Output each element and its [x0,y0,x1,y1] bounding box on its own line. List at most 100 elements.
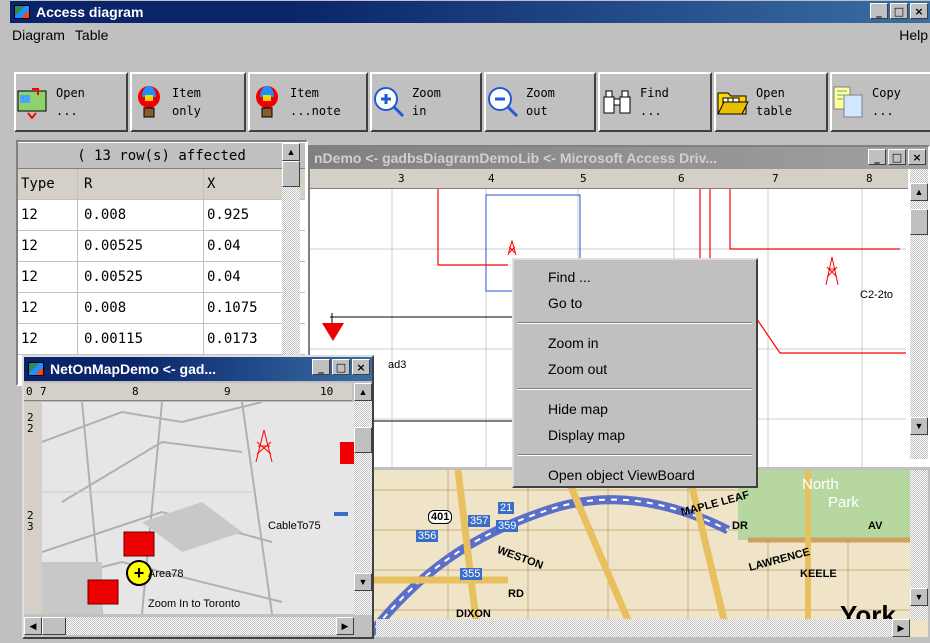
cell-r: 0.008 [78,293,204,323]
diagram-title: nDemo <- gadbsDiagramDemoLib <- Microsof… [314,150,717,166]
diagram-scroll-thumb[interactable] [910,209,928,235]
mini-scroll-thumb[interactable] [354,427,372,453]
cell-type: 12 [18,200,78,230]
map-label: AV [868,520,883,532]
table-row[interactable]: 12 0.00115 0.0173 [18,324,305,355]
ruler-tick: 5 [580,172,587,185]
app-icon [28,362,44,376]
menu-item-go-to[interactable]: Go to [514,290,756,316]
close-button[interactable]: × [910,3,928,19]
map-label: 21 [498,502,515,514]
vruler-tick: 2 2 [27,411,34,435]
open-table-button[interactable]: Open table [714,72,828,132]
zoom-in-label: Zoom in [412,86,441,118]
mini-scroll-right[interactable]: ▶ [336,617,354,635]
maximize-button[interactable]: □ [890,3,908,19]
cell-r: 0.008 [78,200,204,230]
mini-vscrollbar[interactable]: ▲ ▼ [354,383,372,615]
menu-item-open-viewboard[interactable]: Open object ViewBoard [514,462,756,488]
item-only-button[interactable]: Item only [130,72,246,132]
vruler-tick: 2 3 [27,509,34,533]
menu-bar: Diagram Table Help [10,24,930,46]
col-header-r[interactable]: R [78,169,204,199]
col-header-x[interactable]: X [204,169,276,199]
diagram-close-button[interactable]: × [908,149,926,165]
diagram-maximize-button[interactable]: □ [888,149,906,165]
open-folder-icon [716,85,750,119]
ruler-tick: 9 [224,385,231,398]
menu-diagram[interactable]: Diagram [10,27,73,43]
diagram-title-bar[interactable]: nDemo <- gadbsDiagramDemoLib <- Microsof… [310,147,928,169]
col-header-type[interactable]: Type [18,169,78,199]
menu-item-hide-map[interactable]: Hide map [514,396,756,422]
map-label: RD [508,588,524,600]
menu-help[interactable]: Help [897,27,930,43]
zoom-in-button[interactable]: Zoom in [370,72,482,132]
menu-item-zoom-out[interactable]: Zoom out [514,356,756,382]
menu-separator [518,388,752,390]
cell-type: 12 [18,262,78,292]
area-marker [123,531,155,557]
item-note-button[interactable]: Item ...note [248,72,368,132]
diagram-ruler: 3 4 5 6 7 8 [310,169,908,189]
menu-item-find[interactable]: Find ... [514,264,756,290]
map-vscrollbar[interactable]: ▼ [910,470,928,620]
ruler-tick: 7 [40,385,47,398]
diagram-minimize-button[interactable]: _ [868,149,886,165]
app-icon [14,5,30,19]
menu-item-display-map[interactable]: Display map [514,422,756,448]
map-label: 357 [468,515,491,527]
map-scroll-down[interactable]: ▼ [910,588,928,606]
main-title-bar[interactable]: Access diagram _ □ × [10,1,930,23]
mini-map[interactable]: + CableTo75 Area78 Zoom In to Toronto [42,402,354,614]
map-hscrollbar[interactable]: ▶ [376,619,910,637]
diagram-vscrollbar[interactable]: ▲ ▼ [910,169,928,459]
mini-close-button[interactable]: × [352,359,370,375]
street-map[interactable]: 401 357 21 359 356 355 WESTON RD DIXON M… [308,470,928,637]
diagram-scroll-up[interactable]: ▲ [910,183,928,201]
label-c2: C2-2to [860,289,894,301]
table-row[interactable]: 12 0.00525 0.04 [18,231,305,262]
mini-title-bar[interactable]: NetOnMapDemo <- gad... _ □ × [24,357,372,381]
label-zoom: Zoom In to Toronto [148,598,241,610]
menu-item-zoom-in[interactable]: Zoom in [514,330,756,356]
cell-x: 0.1075 [207,300,258,316]
zoom-out-button[interactable]: Zoom out [484,72,596,132]
zoom-out-icon [486,85,520,119]
grid-vscrollbar[interactable]: ▲ [282,143,300,383]
mini-hscrollbar[interactable]: ◀ ▶ [24,617,354,635]
copy-button[interactable]: Copy ... [830,72,930,132]
tower-icon [825,256,839,286]
scroll-up-button[interactable]: ▲ [282,143,300,161]
mini-hscroll-thumb[interactable] [42,617,66,635]
ruler-tick: 3 [398,172,405,185]
table-row[interactable]: 12 0.008 0.925 [18,200,305,231]
mini-minimize-button[interactable]: _ [312,359,330,375]
mini-scroll-up[interactable]: ▲ [354,383,372,401]
diagram-scroll-down[interactable]: ▼ [910,417,928,435]
minimize-button[interactable]: _ [870,3,888,19]
table-row[interactable]: 12 0.00525 0.04 [18,262,305,293]
mini-vruler: 2 2 2 3 [24,402,42,614]
cell-r: 0.00115 [78,324,204,354]
open-button[interactable]: Open ... [14,72,128,132]
tower-icon [507,239,517,256]
cell-x: 0.04 [207,269,241,285]
grid-status: ( 13 row(s) affected [18,143,305,169]
find-button[interactable]: Find ... [598,72,712,132]
mini-scroll-down[interactable]: ▼ [354,573,372,591]
menu-table[interactable]: Table [73,27,116,43]
table-row[interactable]: 12 0.008 0.1075 [18,293,305,324]
zoom-out-label: Zoom out [526,86,555,118]
mini-scroll-left[interactable]: ◀ [24,617,42,635]
scroll-thumb[interactable] [282,161,300,187]
find-label: Find ... [640,86,669,118]
cell-x: 0.925 [207,207,250,223]
cell-r: 0.00525 [78,262,204,292]
mini-maximize-button[interactable]: □ [332,359,350,375]
map-label: KEELE [800,568,837,580]
net-on-map-window[interactable]: NetOnMapDemo <- gad... _ □ × 0 7 8 9 10 … [22,355,374,639]
label-ad3: ad3 [388,359,407,371]
cell-type: 12 [18,324,78,354]
map-scroll-right[interactable]: ▶ [892,619,910,637]
